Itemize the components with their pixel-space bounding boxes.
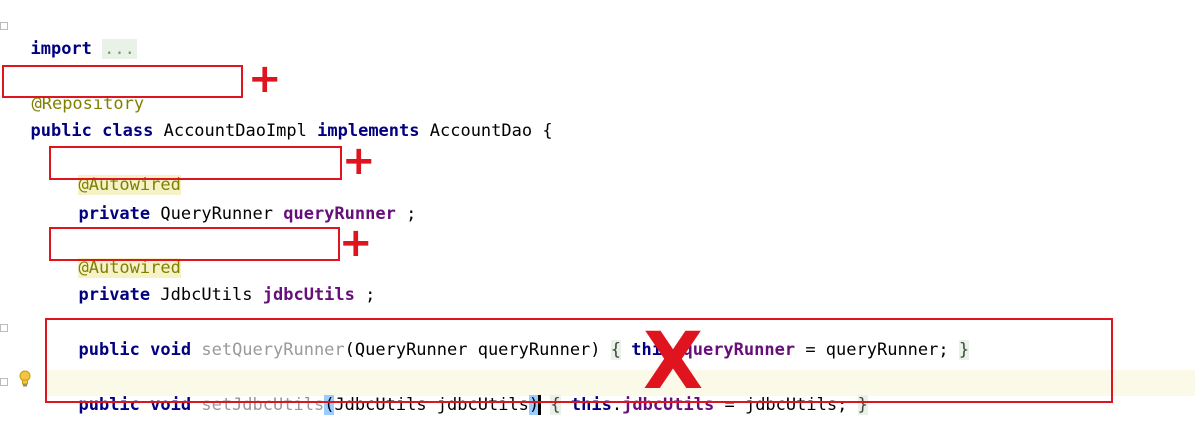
x-mark: X bbox=[643, 317, 704, 407]
code-line-field-queryrunner[interactable]: private QueryRunner queryRunner ; bbox=[58, 181, 416, 224]
highlight-box-setters bbox=[45, 318, 1113, 403]
plus-mark: + bbox=[342, 138, 376, 184]
folded-imports[interactable]: ... bbox=[102, 39, 137, 59]
lightbulb-icon[interactable] bbox=[18, 370, 32, 388]
class-name: AccountDaoImpl bbox=[163, 121, 307, 141]
field-name: jdbcUtils bbox=[262, 285, 355, 305]
brace: { bbox=[542, 121, 553, 141]
semicolon: ; bbox=[365, 285, 376, 305]
highlight-box-autowired-2 bbox=[49, 227, 340, 261]
editor-gutter bbox=[0, 0, 8, 421]
plus-mark: + bbox=[339, 220, 373, 266]
keyword: private bbox=[78, 204, 151, 224]
type-name: JdbcUtils bbox=[160, 285, 253, 305]
code-line-field-jdbcutils[interactable]: private JdbcUtils jdbcUtils ; bbox=[58, 262, 375, 305]
type-name: QueryRunner bbox=[160, 204, 273, 224]
semicolon: ; bbox=[406, 204, 417, 224]
fold-marker-icon[interactable] bbox=[0, 378, 8, 386]
keyword: import bbox=[30, 39, 92, 59]
code-line-import[interactable]: import ... bbox=[10, 16, 137, 59]
plus-mark: + bbox=[248, 56, 282, 102]
keyword: private bbox=[78, 285, 151, 305]
highlight-box-autowired-1 bbox=[49, 146, 342, 180]
fold-marker-icon[interactable] bbox=[0, 324, 8, 332]
interface-name: AccountDao bbox=[429, 121, 533, 141]
fold-marker-icon[interactable] bbox=[0, 22, 8, 30]
keyword: class bbox=[102, 121, 154, 141]
keyword: public bbox=[30, 121, 92, 141]
highlight-box-repository bbox=[2, 65, 243, 98]
